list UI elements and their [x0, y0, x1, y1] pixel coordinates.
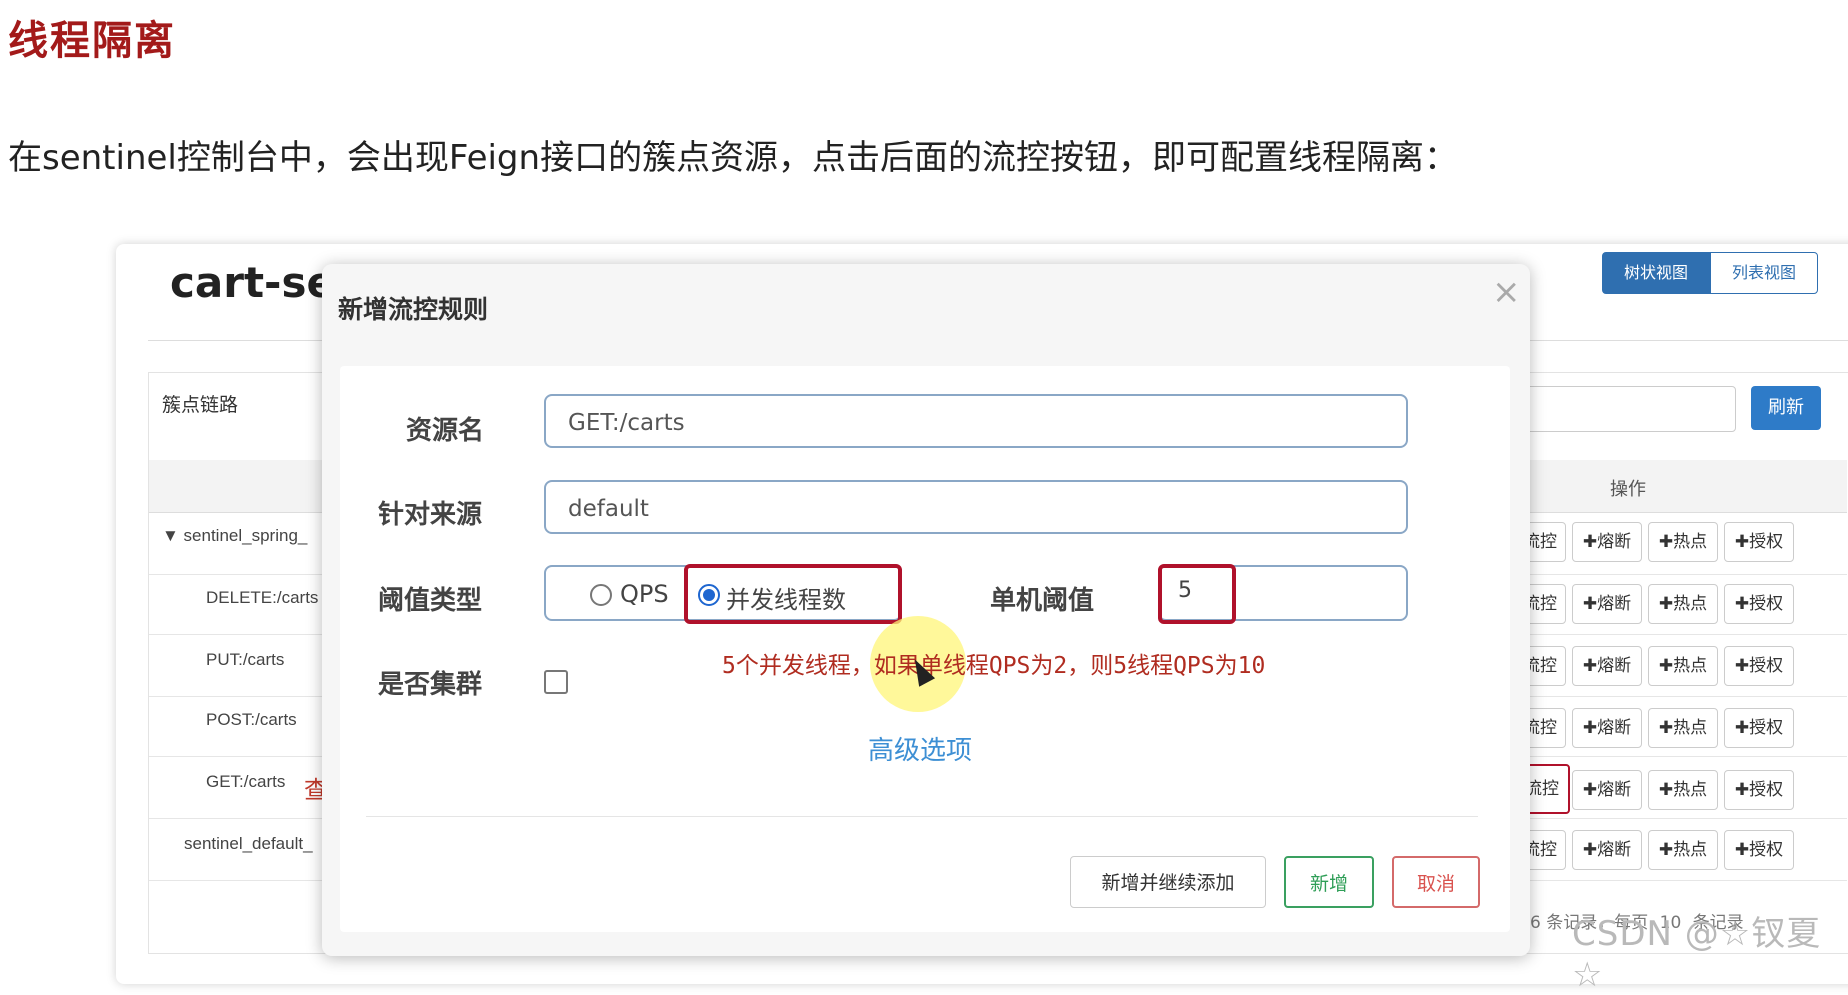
hotspot-button[interactable]: ✚热点 [1648, 830, 1718, 870]
watermark: CSDN @☆钗夏☆ [1572, 914, 1822, 995]
auth-button[interactable]: ✚授权 [1724, 830, 1794, 870]
list-view-button[interactable]: 列表视图 [1710, 252, 1818, 294]
degrade-button[interactable]: ✚熔断 [1572, 708, 1642, 748]
resource-name-label: 资源名 [406, 416, 485, 446]
threshold-highlight-box [1158, 564, 1236, 624]
doc-title: 线程隔离 [8, 18, 176, 64]
doc-paragraph: 在sentinel控制台中，会出现Feign接口的簇点资源，点击后面的流控按钮，… [8, 138, 1459, 178]
hotspot-button[interactable]: ✚热点 [1648, 770, 1718, 810]
tree-row-label: GET:/carts [206, 772, 286, 791]
cluster-label: 是否集群 [378, 670, 483, 700]
tree-row-label: DELETE:/carts [206, 588, 319, 607]
origin-input[interactable]: default [544, 480, 1408, 534]
cluster-checkbox[interactable] [544, 670, 568, 694]
tree-row-label: POST:/carts [206, 710, 297, 729]
threshold-type-label: 阈值类型 [378, 586, 483, 616]
threads-radio[interactable] [698, 584, 720, 606]
refresh-button[interactable]: 刷新 [1751, 386, 1821, 430]
single-threshold-label: 单机阈值 [990, 586, 1095, 616]
resource-name-input[interactable]: GET:/carts [544, 394, 1408, 448]
degrade-button[interactable]: ✚熔断 [1572, 770, 1642, 810]
annotation-note: 5个并发线程，如果单线程QPS为2，则5线程QPS为10 [722, 653, 1266, 679]
qps-radio[interactable] [590, 584, 612, 606]
operations-header: 操作 [1610, 479, 1646, 500]
origin-label: 针对来源 [378, 500, 483, 530]
threads-radio-label: 并发线程数 [726, 586, 846, 614]
add-continue-button[interactable]: 新增并继续添加 [1070, 856, 1266, 908]
modal-divider [366, 816, 1478, 817]
degrade-button[interactable]: ✚熔断 [1572, 646, 1642, 686]
search-input[interactable] [1500, 386, 1736, 432]
degrade-button[interactable]: ✚熔断 [1572, 830, 1642, 870]
tree-view-button[interactable]: 树状视图 [1602, 252, 1710, 294]
qps-radio-label: QPS [620, 580, 669, 608]
hotspot-button[interactable]: ✚热点 [1648, 708, 1718, 748]
panel-title: 簇点链路 [162, 394, 239, 416]
auth-button[interactable]: ✚授权 [1724, 770, 1794, 810]
app-name-title: cart-se [170, 258, 335, 307]
cancel-button[interactable]: 取消 [1392, 856, 1480, 908]
hotspot-button[interactable]: ✚热点 [1648, 584, 1718, 624]
tree-row-label: PUT:/carts [206, 650, 285, 669]
hotspot-button[interactable]: ✚热点 [1648, 522, 1718, 562]
auth-button[interactable]: ✚授权 [1724, 584, 1794, 624]
advanced-options-link[interactable]: 高级选项 [868, 730, 972, 767]
add-button[interactable]: 新增 [1284, 856, 1374, 908]
close-icon[interactable]: × [1492, 272, 1521, 312]
degrade-button[interactable]: ✚熔断 [1572, 522, 1642, 562]
view-toggle: 树状视图 列表视图 [1602, 252, 1818, 294]
tree-row-label[interactable]: ▼ sentinel_spring_ [162, 526, 307, 546]
degrade-button[interactable]: ✚熔断 [1572, 584, 1642, 624]
tree-row-label: sentinel_default_ [184, 834, 313, 853]
auth-button[interactable]: ✚授权 [1724, 522, 1794, 562]
hotspot-button[interactable]: ✚热点 [1648, 646, 1718, 686]
modal-title: 新增流控规则 [338, 295, 489, 324]
auth-button[interactable]: ✚授权 [1724, 708, 1794, 748]
auth-button[interactable]: ✚授权 [1724, 646, 1794, 686]
single-threshold-value: 5 [1178, 578, 1192, 603]
